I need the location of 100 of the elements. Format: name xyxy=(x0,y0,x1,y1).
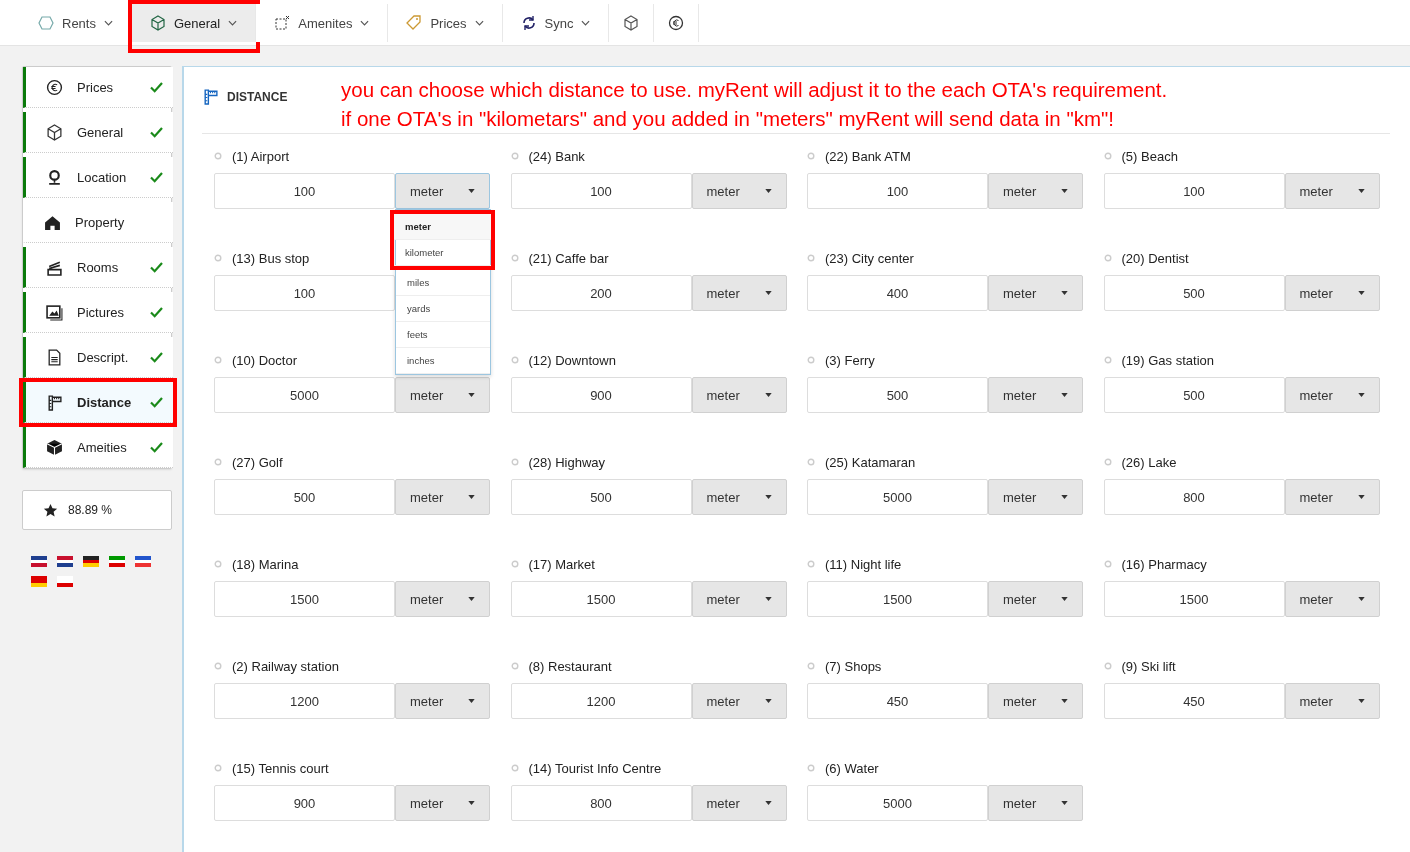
unit-option[interactable]: feets xyxy=(396,322,490,348)
field-label: (3) Ferry xyxy=(825,352,875,368)
euro-icon xyxy=(668,15,685,31)
unit-option[interactable]: miles xyxy=(396,270,490,296)
caret-icon xyxy=(1061,189,1068,193)
sidebar-item[interactable]: Rooms xyxy=(23,247,173,288)
tag-icon xyxy=(406,15,423,31)
unit-select[interactable]: meter xyxy=(691,581,787,617)
unit-select[interactable]: meter xyxy=(988,581,1083,617)
distance-input[interactable]: 100 xyxy=(214,275,395,311)
distance-input[interactable]: 1200 xyxy=(510,683,692,719)
distance-input[interactable]: 100 xyxy=(1103,173,1285,209)
distance-input[interactable]: 1500 xyxy=(1103,581,1285,617)
distance-input[interactable]: 500 xyxy=(510,479,692,515)
unit-select[interactable]: meter xyxy=(1284,173,1380,209)
nav-tab[interactable]: General xyxy=(131,4,257,42)
distance-input[interactable]: 900 xyxy=(214,785,395,821)
flag-icon[interactable] xyxy=(109,556,125,567)
distance-input[interactable]: 450 xyxy=(807,683,988,719)
field-label: (27) Golf xyxy=(232,454,283,470)
unit-option[interactable]: meter xyxy=(394,214,491,240)
unit-select[interactable]: meter xyxy=(988,785,1083,821)
distance-input[interactable]: 500 xyxy=(214,479,395,515)
field-label: (22) Bank ATM xyxy=(825,148,911,164)
distance-input[interactable]: 5000 xyxy=(807,479,988,515)
unit-select[interactable]: meter xyxy=(1284,683,1380,719)
unit-select[interactable]: meter xyxy=(988,683,1083,719)
distance-input[interactable]: 800 xyxy=(510,785,692,821)
distance-input[interactable]: 1500 xyxy=(214,581,395,617)
flag-icon[interactable] xyxy=(57,556,73,567)
flag-icon[interactable] xyxy=(135,556,151,567)
circle-icon xyxy=(510,152,519,160)
distance-input[interactable]: 5000 xyxy=(214,377,395,413)
flag-icon[interactable] xyxy=(31,556,47,567)
circle-icon xyxy=(510,560,519,568)
field-label: (8) Restaurant xyxy=(528,658,612,674)
sidebar-item[interactable]: Ameities xyxy=(23,427,173,468)
unit-select[interactable]: meter xyxy=(988,479,1083,515)
nav-tab[interactable]: Amenites xyxy=(256,4,389,42)
grid-icon xyxy=(274,15,291,31)
unit-select[interactable]: meter xyxy=(395,479,490,515)
unit-option[interactable]: kilometer xyxy=(394,240,491,266)
distance-input[interactable]: 1500 xyxy=(807,581,988,617)
sidebar-item[interactable]: Distance xyxy=(23,382,173,423)
sidebar-item[interactable]: General xyxy=(23,112,173,153)
field-label: (26) Lake xyxy=(1121,454,1177,470)
unit-select[interactable]: meter xyxy=(691,785,787,821)
circle-icon xyxy=(807,764,815,772)
unit-option[interactable]: inches xyxy=(396,348,490,374)
distance-input[interactable]: 5000 xyxy=(807,785,988,821)
distance-input[interactable]: 800 xyxy=(1103,479,1285,515)
stack-icon xyxy=(46,258,63,276)
field-label: (5) Beach xyxy=(1121,148,1178,164)
unit-select[interactable]: meter xyxy=(395,377,490,413)
distance-input[interactable]: 1500 xyxy=(510,581,692,617)
chevron-icon xyxy=(474,20,484,26)
distance-input[interactable]: 100 xyxy=(510,173,692,209)
distance-input[interactable]: 450 xyxy=(1103,683,1285,719)
caret-icon xyxy=(1061,699,1068,703)
unit-select[interactable]: meter xyxy=(395,785,490,821)
sidebar-item[interactable]: Pictures xyxy=(23,292,173,333)
cube-icon xyxy=(623,15,640,31)
distance-input[interactable]: 500 xyxy=(1103,377,1285,413)
circle-icon xyxy=(510,254,519,262)
flag-icon[interactable] xyxy=(83,556,99,567)
unit-select[interactable]: meter xyxy=(395,683,490,719)
circle-icon xyxy=(510,356,519,364)
distance-input[interactable]: 100 xyxy=(214,173,395,209)
unit-select[interactable]: meter xyxy=(988,377,1083,413)
distance-input[interactable]: 1200 xyxy=(214,683,395,719)
unit-select[interactable]: meter xyxy=(1284,581,1380,617)
sidebar-item[interactable]: Descript. xyxy=(23,337,173,378)
caret-icon xyxy=(1061,393,1068,397)
unit-select[interactable]: meter xyxy=(691,275,787,311)
distance-input[interactable]: 200 xyxy=(510,275,692,311)
distance-input[interactable]: 900 xyxy=(510,377,692,413)
sidebar-item[interactable]: Prices xyxy=(23,67,173,108)
flag-icon[interactable] xyxy=(57,576,73,587)
unit-select[interactable]: meter xyxy=(988,173,1083,209)
distance-input[interactable]: 500 xyxy=(1103,275,1285,311)
distance-input[interactable]: 100 xyxy=(807,173,988,209)
unit-select[interactable]: meter xyxy=(395,581,490,617)
unit-select[interactable]: meter xyxy=(691,479,787,515)
panel-title: DISTANCE xyxy=(227,89,288,104)
unit-select[interactable]: meter xyxy=(691,377,787,413)
sidebar-item[interactable]: Property xyxy=(23,202,173,243)
unit-select[interactable]: meter xyxy=(1284,377,1380,413)
euro-icon xyxy=(46,78,63,96)
unit-select[interactable]: meter xyxy=(691,173,787,209)
unit-option[interactable]: yards xyxy=(396,296,490,322)
image-icon xyxy=(46,303,63,321)
unit-select[interactable]: meter xyxy=(988,275,1083,311)
unit-select[interactable]: meter xyxy=(1284,275,1380,311)
sidebar-item[interactable]: Location xyxy=(23,157,173,198)
unit-select[interactable]: meter xyxy=(395,173,490,209)
unit-select[interactable]: meter xyxy=(1284,479,1380,515)
distance-input[interactable]: 400 xyxy=(807,275,988,311)
unit-select[interactable]: meter xyxy=(691,683,787,719)
caret-icon xyxy=(764,597,772,601)
distance-input[interactable]: 500 xyxy=(807,377,988,413)
